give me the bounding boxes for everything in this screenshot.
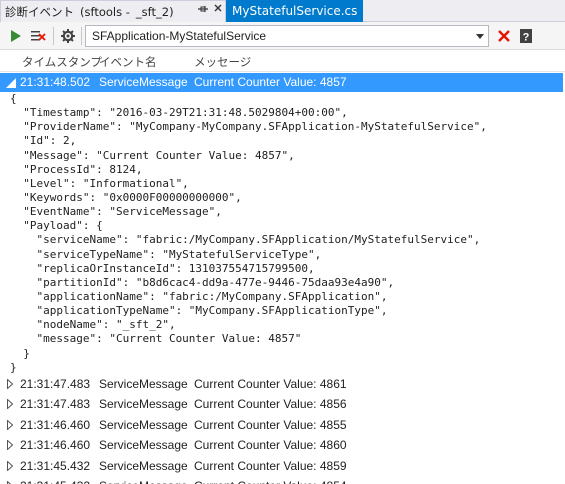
json-line: "serviceName": "fabric:/MyCompany.SFAppl… — [10, 233, 481, 247]
expand-arrow-icon[interactable] — [7, 419, 13, 430]
row-timestamp: 21:31:48.502 — [20, 75, 91, 89]
row-timestamp: 21:31:47.483 — [20, 397, 91, 412]
row-message: Current Counter Value: 4854 — [194, 479, 347, 484]
row-message: Current Counter Value: 4856 — [194, 397, 347, 412]
row-event-name: ServiceMessage — [99, 397, 188, 412]
expand-arrow-icon[interactable] — [7, 399, 13, 410]
json-line: "message": "Current Counter Value: 4857" — [10, 332, 302, 346]
json-line: "partitionId": "b8d6cac4-dd9a-477e-9446-… — [10, 275, 395, 289]
pin-icon[interactable] — [196, 3, 210, 17]
help-icon: ? — [520, 29, 532, 44]
event-json-detail: { "Timestamp": "2016-03-29T21:31:48.5029… — [10, 92, 565, 375]
expand-arrow-icon[interactable] — [7, 440, 13, 451]
tab-file-title: MyStatefulService.cs — [232, 4, 358, 18]
table-row[interactable]: 21:31:45.432 ServiceMessage Current Counte… — [0, 457, 565, 476]
column-header-message[interactable]: メッセージ — [194, 54, 251, 70]
settings-button[interactable] — [58, 26, 78, 46]
expand-arrow-icon[interactable] — [7, 379, 13, 389]
row-event-name: ServiceMessage — [99, 417, 188, 432]
json-line: { — [10, 92, 17, 105]
row-message: Current Counter Value: 4857 — [194, 75, 347, 89]
row-timestamp: 21:31:45.432 — [20, 479, 90, 484]
row-event-name: ServiceMessage — [99, 438, 188, 453]
column-header: タイムスタンプ イベント名 メッセージ — [0, 50, 565, 72]
column-header-timestamp[interactable]: タイムスタンプ — [22, 54, 102, 70]
toolbar: SFApplication-MyStatefulService ? — [0, 22, 565, 50]
json-line: "nodeName": "_sft_2", — [10, 318, 176, 332]
row-event-name: ServiceMessage — [99, 377, 188, 391]
table-row[interactable]: 21:31:46.460 ServiceMessage Current Counte… — [0, 416, 565, 435]
json-line: } — [10, 346, 30, 360]
provider-filter-value[interactable]: SFApplication-MyStatefulService — [92, 26, 266, 46]
table-row[interactable]: 21:31:47.483 ServiceMessage Current Counte… — [0, 375, 565, 394]
cancel-button[interactable] — [494, 26, 514, 46]
expand-arrow-icon[interactable] — [7, 460, 13, 471]
row-message: Current Counter Value: 4861 — [194, 377, 347, 391]
provider-filter-combo[interactable]: SFApplication-MyStatefulService — [85, 25, 489, 47]
chevron-down-icon[interactable] — [472, 26, 488, 46]
row-message: Current Counter Value: 4855 — [194, 417, 347, 432]
json-line: "Timestamp": "2016-03-29T21:31:48.502980… — [10, 106, 348, 120]
document-tab-bar: 診断イベント (sftools - _sft_2) MyStatefulServ… — [0, 0, 565, 22]
row-message: Current Counter Value: 4860 — [194, 438, 347, 453]
json-line: "ProviderName": "MyCompany-MyCompany.SFA… — [10, 120, 487, 134]
tab-mystatefulservice-cs[interactable]: MyStatefulService.cs — [226, 0, 364, 22]
toolbar-separator — [81, 27, 82, 45]
close-red-icon — [498, 30, 510, 42]
clear-list-button[interactable] — [28, 26, 48, 46]
json-line: "serviceTypeName": "MyStatefulServiceTyp… — [10, 247, 322, 261]
help-button[interactable]: ? — [516, 26, 536, 46]
json-line: "Keywords": "0x0000F00000000000", — [10, 190, 242, 204]
json-line: "Level": "Informational", — [10, 176, 189, 190]
tab-diagnostic-events[interactable]: 診断イベント (sftools - _sft_2) — [0, 0, 226, 22]
tab-node: _sft_2) — [135, 4, 174, 19]
column-header-event-name[interactable]: イベント名 — [99, 54, 157, 70]
json-line: "Payload": { — [10, 219, 103, 233]
row-timestamp: 21:31:47.483 — [20, 377, 91, 391]
row-event-name: ServiceMessage — [99, 458, 188, 473]
row-message: Current Counter Value: 4859 — [194, 458, 347, 473]
gear-icon — [61, 29, 75, 43]
json-line: "Id": 2, — [10, 134, 77, 148]
toolbar-separator — [53, 27, 54, 45]
tab-title: 診断イベント — [5, 4, 74, 19]
collapse-arrow-icon[interactable] — [6, 78, 16, 88]
table-row[interactable]: 21:31:46.460 ServiceMessage Current Counte… — [0, 436, 565, 455]
clear-list-icon — [31, 31, 46, 41]
table-row[interactable]: 21:31:45.432 ServiceMessage Current Counte… — [0, 477, 565, 484]
row-event-name: ServiceMessage — [99, 75, 188, 89]
json-line: "applicationName": "fabric:/MyCompany.SF… — [10, 289, 388, 303]
row-timestamp: 21:31:45.432 — [20, 458, 91, 473]
row-timestamp: 21:31:46.460 — [20, 417, 91, 432]
row-timestamp: 21:31:46.460 — [20, 438, 91, 453]
play-icon — [11, 30, 21, 42]
json-line: "EventName": "ServiceMessage", — [10, 205, 222, 219]
play-button[interactable] — [6, 26, 26, 46]
table-row[interactable]: 21:31:47.483 ServiceMessage Current Counte… — [0, 395, 565, 414]
close-icon[interactable] — [211, 3, 225, 17]
svg-text:?: ? — [523, 32, 530, 44]
tab-subtitle: (sftools - — [80, 4, 130, 19]
json-line: "applicationTypeName": "MyCompany.SFAppl… — [10, 304, 388, 318]
table-row-selected[interactable]: 21:31:48.502 ServiceMessage Current Coun… — [0, 73, 565, 92]
json-line: } — [10, 360, 17, 374]
json-line: "Message": "Current Counter Value: 4857"… — [10, 148, 295, 162]
json-line: "ProcessId": 8124, — [10, 162, 143, 176]
row-event-name: ServiceMessage — [99, 479, 188, 484]
json-line: "replicaOrInstanceId": 13103755471579950… — [10, 261, 315, 275]
